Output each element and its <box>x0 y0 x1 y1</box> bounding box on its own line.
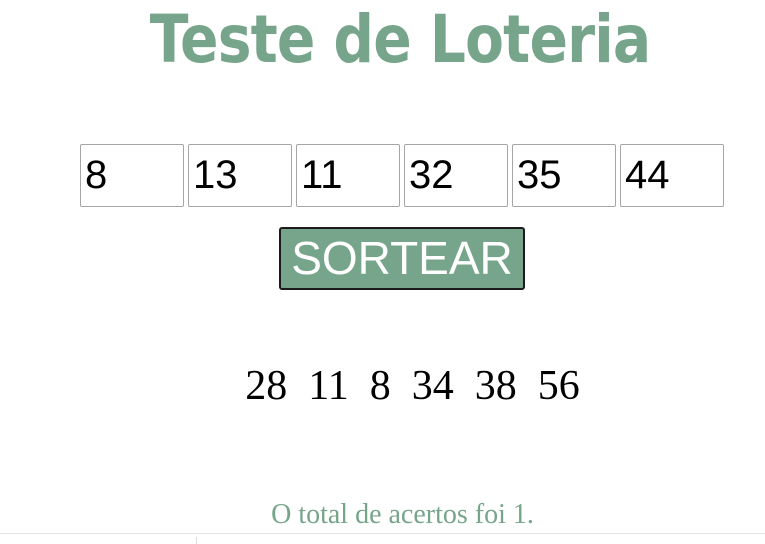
result-message: O total de acertos foi 1. <box>271 499 534 530</box>
number-input-1[interactable] <box>80 144 184 207</box>
bottom-divider <box>0 533 765 534</box>
number-input-6[interactable] <box>620 144 724 207</box>
number-input-4[interactable] <box>404 144 508 207</box>
page-title: Teste de Loteria <box>149 1 651 78</box>
number-input-2[interactable] <box>188 144 292 207</box>
number-input-3[interactable] <box>296 144 400 207</box>
sortear-button[interactable]: SORTEAR <box>279 227 525 290</box>
drawn-numbers: 28 11 8 34 38 56 <box>245 363 580 409</box>
bottom-tick <box>196 537 197 544</box>
number-inputs-row <box>80 144 724 207</box>
number-input-5[interactable] <box>512 144 616 207</box>
